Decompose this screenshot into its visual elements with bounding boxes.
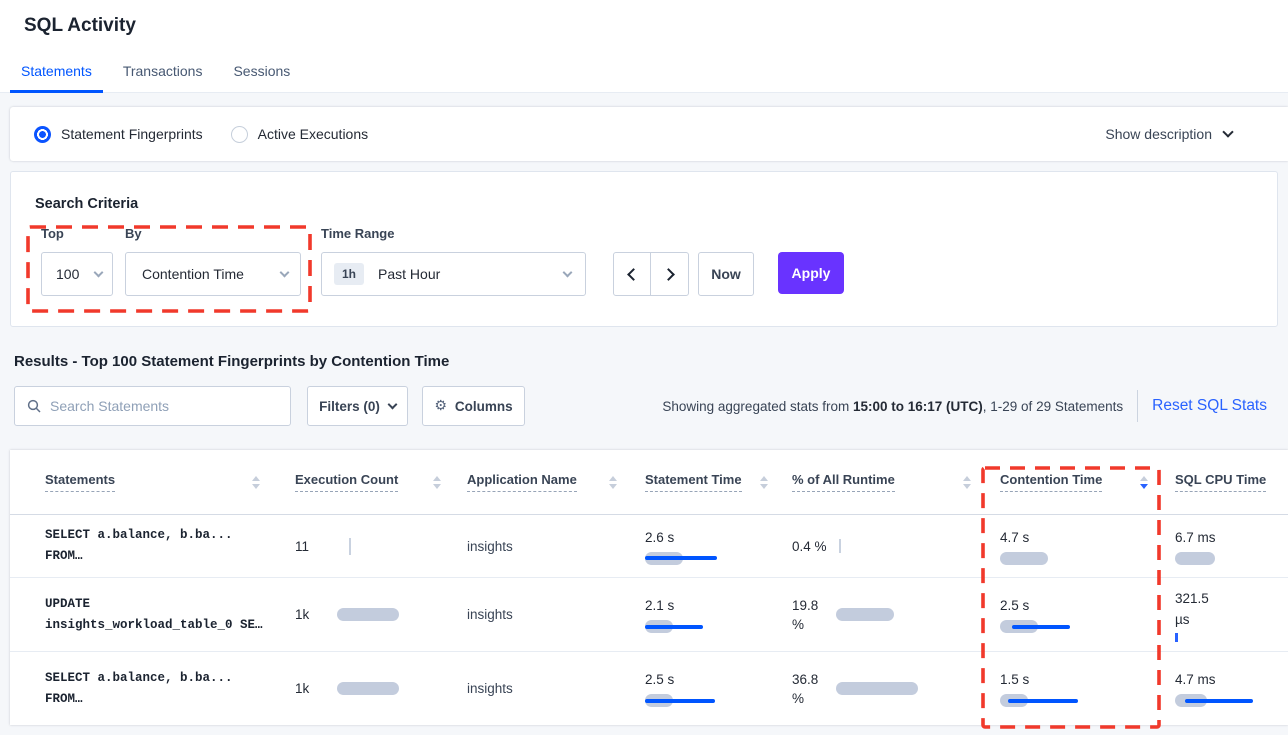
statements-table: Statements Execution Count Application N… [10,450,1288,725]
contention-time-cell: 2.5 s [1000,596,1100,633]
column-header-execution-count: Execution Count [295,472,467,492]
execution-count-bar [337,682,399,695]
table-header-row: Statements Execution Count Application N… [10,450,1288,515]
contention-time-cell: 1.5 s [1000,670,1100,707]
chevron-down-icon [1222,126,1233,137]
by-select[interactable]: Contention Time [125,252,301,296]
previous-time-button[interactable] [614,253,651,295]
chevron-down-icon [387,400,397,410]
sql-cpu-time-bar [1175,633,1178,642]
view-mode-bar: Statement Fingerprints Active Executions… [10,107,1288,161]
tab-sessions[interactable]: Sessions [222,50,301,92]
search-input[interactable] [50,398,278,414]
apply-button[interactable]: Apply [778,252,844,294]
radio-statement-fingerprints[interactable]: Statement Fingerprints [34,126,203,143]
search-icon [27,399,41,413]
chevron-left-icon [627,268,640,281]
table-row[interactable]: UPDATEinsights_workload_table_0 SE… 1k i… [10,578,1288,652]
sql-cpu-time-cell: 321.5 µs [1175,588,1221,642]
chevron-down-icon [563,267,573,277]
sort-icon[interactable] [760,476,768,489]
sort-icon[interactable] [609,476,617,489]
application-name: insights [467,539,513,554]
tab-statements[interactable]: Statements [10,50,103,92]
top-label: Top [41,226,64,241]
sort-icon-active[interactable] [1140,476,1148,489]
now-button[interactable]: Now [698,252,754,296]
execution-count-bar [349,538,351,555]
tab-bar: Statements Transactions Sessions [0,50,1288,93]
next-time-button[interactable] [651,253,688,295]
column-header-statements: Statements [10,472,295,492]
columns-button[interactable]: ⚙ Columns [422,386,525,426]
sql-cpu-time-cell: 6.7 ms [1175,528,1275,565]
time-range-nav [613,252,689,296]
page-body: Statement Fingerprints Active Executions… [0,93,1288,725]
top-select[interactable]: 100 [41,252,113,296]
show-description-toggle[interactable]: Show description [1105,126,1264,142]
radio-selected-icon[interactable] [34,126,51,143]
sort-icon[interactable] [252,476,260,489]
sort-icon[interactable] [433,476,441,489]
chevron-down-icon [280,267,290,277]
execution-count-bar [337,608,399,621]
percent-runtime-value: 36.8 % [792,670,826,708]
percent-runtime-value: 0.4 % [792,537,827,556]
radio-label: Statement Fingerprints [61,126,203,142]
search-criteria-card: Search Criteria Top By Time Range 100 Co… [10,171,1278,327]
column-header-statement-time: Statement Time [645,472,792,492]
percent-runtime-bar [839,539,841,553]
sort-icon[interactable] [963,476,971,489]
table-row[interactable]: SELECT a.balance, b.ba...FROM… 1k insigh… [10,652,1288,725]
radio-unselected-icon[interactable] [231,126,248,143]
execution-count-value: 1k [295,605,337,624]
execution-count-value: 1k [295,679,337,698]
percent-runtime-bar [836,608,894,621]
gear-icon: ⚙ [434,398,447,414]
execution-count-value: 11 [295,537,337,556]
application-name: insights [467,681,513,696]
percent-runtime-value: 19.8 % [792,596,826,634]
percent-runtime-bar [836,682,918,695]
results-heading: Results - Top 100 Statement Fingerprints… [14,353,1288,370]
reset-sql-stats-link[interactable]: Reset SQL Stats [1152,397,1278,415]
chevron-down-icon [94,267,104,277]
statement-fingerprint-link[interactable]: SELECT a.balance, b.ba...FROM… [45,525,233,567]
statement-fingerprint-link[interactable]: UPDATEinsights_workload_table_0 SE… [45,594,263,636]
divider [1137,390,1138,422]
column-header-contention-time: Contention Time [1000,472,1175,492]
sql-cpu-time-cell: 4.7 ms [1175,670,1275,707]
radio-label: Active Executions [258,126,369,142]
column-header-percent-runtime: % of All Runtime [792,472,1000,492]
page-title: SQL Activity [0,0,1288,50]
search-statements-box[interactable] [14,386,291,426]
search-criteria-heading: Search Criteria [35,196,138,212]
contention-time-cell: 4.7 s [1000,528,1100,565]
statement-time-cell: 2.6 s [645,528,745,565]
time-range-label: Time Range [321,226,394,241]
by-label: By [125,226,142,241]
showing-stats-text: Showing aggregated stats from 15:00 to 1… [662,399,1123,414]
statement-fingerprint-link[interactable]: SELECT a.balance, b.ba...FROM… [45,668,233,710]
statement-time-cell: 2.1 s [645,596,745,633]
tab-transactions[interactable]: Transactions [112,50,214,92]
filters-button[interactable]: Filters (0) [307,386,408,426]
chevron-right-icon [662,268,675,281]
table-row[interactable]: SELECT a.balance, b.ba...FROM… 11 insigh… [10,515,1288,578]
application-name: insights [467,607,513,622]
results-toolbar: Filters (0) ⚙ Columns Showing aggregated… [14,386,1278,426]
time-range-select[interactable]: 1h Past Hour [321,252,586,296]
column-header-sql-cpu-time: SQL CPU Time [1175,472,1288,492]
statement-time-cell: 2.5 s [645,670,745,707]
column-header-application-name: Application Name [467,472,645,492]
time-range-badge: 1h [334,263,364,285]
radio-active-executions[interactable]: Active Executions [231,126,369,143]
top-bar: SQL Activity Statements Transactions Ses… [0,0,1288,93]
